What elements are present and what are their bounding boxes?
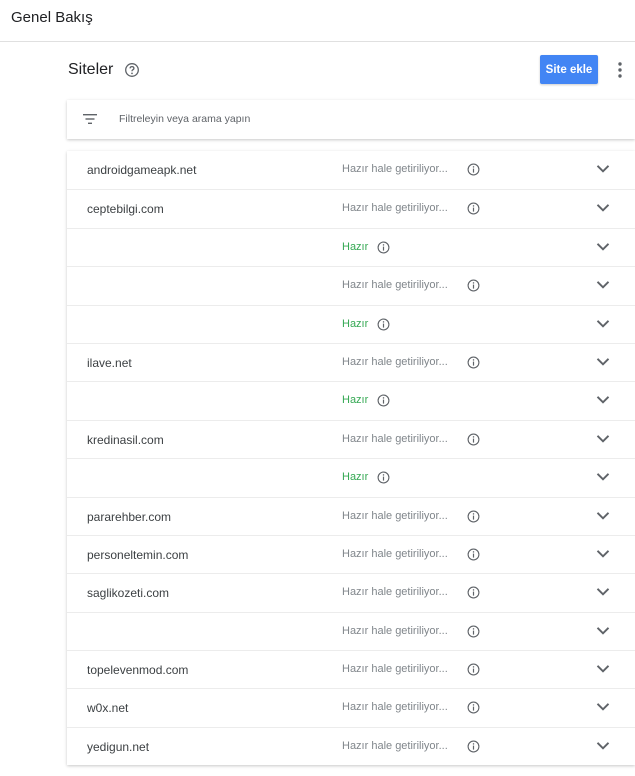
site-domain: saglikozeti.com [87,586,170,601]
table-row[interactable]: personeltemin.com Hazır hale getiriliyor.… [67,534,635,573]
info-icon[interactable] [467,356,480,369]
info-icon[interactable] [467,163,480,176]
site-status: Hazır [342,471,369,484]
info-icon[interactable] [377,318,390,331]
site-domain: kredinasil.com [87,432,164,447]
chevron-down-icon[interactable] [596,741,610,751]
more-vert-icon[interactable] [612,61,628,79]
info-icon[interactable] [467,663,480,676]
chevron-down-icon[interactable] [596,357,610,367]
chevron-down-icon[interactable] [596,702,610,712]
site-status: Hazır hale getiriliyor... [342,586,448,599]
table-row[interactable]: Hazır hale getiriliyor... [67,266,635,304]
table-row[interactable]: Hazır [67,381,635,419]
chevron-down-icon[interactable] [596,549,610,559]
info-icon[interactable] [467,740,480,753]
info-icon[interactable] [467,548,480,561]
site-list: androidgameapk.net Hazır hale getiriliyor… [67,151,635,766]
site-status: Hazır hale getiriliyor... [342,163,448,175]
info-icon[interactable] [377,241,390,254]
site-domain: ilave.net [87,355,132,370]
table-row[interactable]: yedigun.net Hazır hale getiriliyor... [67,726,635,765]
chevron-down-icon[interactable] [596,395,610,405]
site-status: Hazır [342,240,369,253]
table-row[interactable]: Hazır hale getiriliyor... [67,611,635,650]
site-status: Hazır hale getiriliyor... [342,509,448,522]
table-row[interactable]: pararehber.com Hazır hale getiriliyor... [67,496,635,535]
site-status: Hazır hale getiriliyor... [342,701,448,714]
table-row[interactable]: saglikozeti.com Hazır hale getiriliyor... [67,573,635,611]
site-status: Hazır hale getiriliyor... [342,663,448,676]
table-row[interactable]: Hazır [67,304,635,343]
info-icon[interactable] [467,586,480,599]
site-domain: pararehber.com [87,509,172,524]
top-bar: Genel Bakış [0,0,635,42]
site-status: Hazır hale getiriliyor... [342,624,448,637]
table-row[interactable]: androidgameapk.net Hazır hale getiriliyor… [67,151,635,189]
site-status: Hazır hale getiriliyor... [342,432,448,445]
site-status: Hazır hale getiriliyor... [342,547,448,560]
site-status: Hazır hale getiriliyor... [342,739,448,752]
chevron-down-icon[interactable] [596,242,610,252]
chevron-down-icon[interactable] [596,203,610,213]
sites-header: Siteler Site ekle [68,55,635,85]
site-domain: personeltemin.com [87,547,189,562]
add-site-button[interactable]: Site ekle [540,55,598,84]
help-circle-icon[interactable] [124,62,140,78]
table-row[interactable]: ceptebilgi.com Hazır hale getiriliyor... [67,189,635,227]
site-domain: topelevenmod.com [87,663,189,678]
chevron-down-icon[interactable] [596,587,610,597]
chevron-down-icon[interactable] [596,511,610,521]
table-row[interactable]: w0x.net Hazır hale getiriliyor... [67,688,635,726]
chevron-down-icon[interactable] [596,164,610,174]
info-icon[interactable] [467,625,480,638]
site-domain: w0x.net [87,701,129,716]
chevron-down-icon[interactable] [596,472,610,482]
filter-icon[interactable] [82,112,98,126]
table-row[interactable]: Hazır [67,458,635,496]
table-row[interactable]: Hazır [67,227,635,266]
chevron-down-icon[interactable] [596,319,610,329]
section-title: Siteler [68,61,114,78]
site-status: Hazır [342,317,369,330]
info-icon[interactable] [467,279,480,292]
filter-bar[interactable]: Filtreleyin veya arama yapın [67,100,635,139]
info-icon[interactable] [377,394,390,407]
info-icon[interactable] [467,433,480,446]
chevron-down-icon[interactable] [596,434,610,444]
info-icon[interactable] [377,471,390,484]
info-icon[interactable] [467,510,480,523]
site-domain: yedigun.net [87,739,150,754]
info-icon[interactable] [467,202,480,215]
chevron-down-icon[interactable] [596,664,610,674]
info-icon[interactable] [467,701,480,714]
site-domain: ceptebilgi.com [87,202,164,217]
site-status: Hazır hale getiriliyor... [342,202,448,215]
site-domain: androidgameapk.net [87,163,197,177]
search-input[interactable]: Filtreleyin veya arama yapın [119,113,250,125]
site-status: Hazır [342,394,369,407]
chevron-down-icon[interactable] [596,280,610,290]
page-title: Genel Bakış [11,9,93,26]
table-row[interactable]: topelevenmod.com Hazır hale getiriliyor..… [67,650,635,688]
site-status: Hazır hale getiriliyor... [342,355,448,368]
table-row[interactable]: kredinasil.com Hazır hale getiriliyor... [67,419,635,458]
site-status: Hazır hale getiriliyor... [342,279,448,292]
table-row[interactable]: ilave.net Hazır hale getiriliyor... [67,342,635,381]
chevron-down-icon[interactable] [596,626,610,636]
